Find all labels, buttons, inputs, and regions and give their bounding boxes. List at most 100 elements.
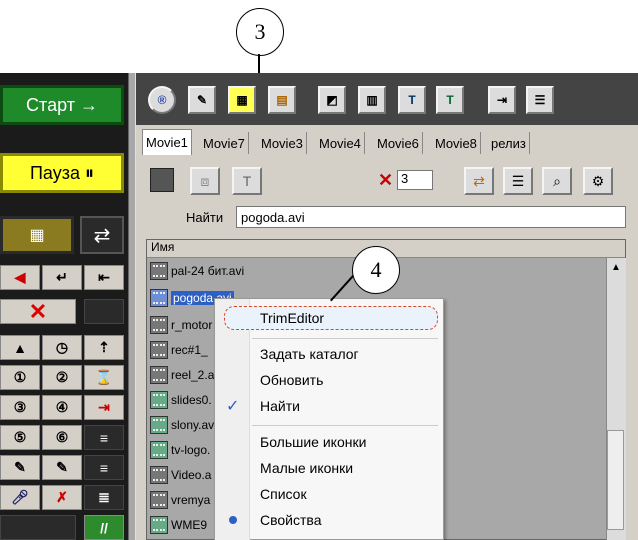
hourglass-icon[interactable]: ⌛ (84, 365, 124, 390)
grid-icon[interactable]: ▤ (268, 86, 296, 114)
search-input[interactable]: pogoda.avi (236, 206, 626, 228)
palette-icon[interactable]: ◩ (318, 86, 346, 114)
callout-4: 4 (352, 246, 400, 294)
scroll-thumb[interactable] (607, 430, 624, 530)
pencil-icon[interactable]: ✎ (188, 86, 216, 114)
file-item[interactable]: rec#1_ (150, 338, 208, 362)
slides-file-icon (150, 416, 168, 434)
edit-1-icon[interactable]: ✎ (0, 455, 40, 480)
swap-arrows-icon: ⇄ (93, 224, 111, 247)
tab-movie4[interactable]: Movie4 (316, 132, 365, 154)
menu-item-trimeditor[interactable]: TrimEditor (260, 310, 324, 326)
film-icon (150, 168, 174, 192)
slides-file-icon (150, 391, 168, 409)
menu-item-properties[interactable]: Свойства (260, 512, 321, 528)
list-view-icon[interactable]: ☰ (503, 167, 533, 195)
empty-slot (84, 299, 124, 324)
tab-movie6[interactable]: Movie6 (374, 132, 423, 154)
start-button[interactable]: Старт → (0, 85, 124, 125)
scroll-up-icon[interactable]: ▲ (611, 262, 621, 273)
checkmark-icon: ✓ (226, 398, 240, 415)
trimeditor-highlight (224, 306, 438, 330)
file-item[interactable]: slony.av (150, 413, 214, 437)
callout-3: 3 (236, 8, 284, 56)
file-item[interactable]: tv-logo. (150, 438, 210, 462)
tab-movie8[interactable]: Movie8 (432, 132, 481, 154)
microphone-icon[interactable]: 🎤︎ (0, 485, 40, 510)
transfer-icon[interactable]: ⇥ (84, 395, 124, 420)
counter-field[interactable]: 3 (397, 170, 433, 190)
menu-item-list[interactable]: Список (260, 486, 307, 502)
slot-6-icon[interactable]: ⑥ (42, 425, 82, 450)
level-5-icon[interactable]: ≡ (84, 425, 124, 450)
pause-button[interactable]: Пауза ⏸ (0, 153, 124, 193)
tab-movie3[interactable]: Movie3 (258, 132, 307, 154)
start-button-label: Старт → (26, 94, 98, 115)
tab-movie1[interactable]: Movie1 (142, 129, 192, 155)
arrow-left-icon[interactable]: ◀ (0, 265, 40, 290)
pause-button-label: Пауза ⏸ (29, 162, 94, 183)
level-list-icon[interactable]: ≣ (84, 485, 124, 510)
slot-4-icon[interactable]: ④ (42, 395, 82, 420)
text-icon[interactable]: T (398, 86, 426, 114)
file-item[interactable]: r_motor (150, 313, 212, 337)
top-toolbar: ® ✎ ▦ ▤ ◩ ▥ T T ⇥ ☰ (136, 73, 638, 125)
slides-file-icon (150, 516, 168, 534)
menu-item-set-folder[interactable]: Задать каталог (260, 346, 359, 362)
video-file-icon (150, 341, 168, 359)
slot-2-icon[interactable]: ② (42, 365, 82, 390)
level-3-icon[interactable]: ≡ (84, 455, 124, 480)
up-arrow-icon[interactable]: ⇡ (84, 335, 124, 360)
video-file-icon (150, 466, 168, 484)
return-arrow-icon[interactable]: ↵ (42, 265, 82, 290)
slash-icon[interactable]: // (84, 515, 124, 540)
file-item[interactable]: reel_2.a (150, 363, 214, 387)
settings-icon[interactable]: ⚙ (583, 167, 613, 195)
film-strip-icon[interactable]: ▦ (228, 86, 256, 114)
record-icon[interactable]: ® (148, 86, 176, 114)
search-icon[interactable]: ⌕ (542, 167, 572, 195)
menu-item-small-icons[interactable]: Малые иконки (260, 460, 353, 476)
file-item[interactable]: pal-24 бит.avi (150, 259, 244, 283)
search-label: Найти (186, 210, 224, 225)
menu-item-find[interactable]: Найти (260, 398, 300, 414)
video-file-icon (150, 289, 168, 307)
document-icon[interactable]: ☰ (526, 86, 554, 114)
file-item[interactable]: vremya (150, 488, 210, 512)
text-box-icon[interactable]: T (232, 167, 262, 195)
slot-5-icon[interactable]: ⑤ (0, 425, 40, 450)
tab-movie7[interactable]: Movie7 (200, 132, 249, 154)
marker-icon[interactable]: ▲ (0, 335, 40, 360)
mute-icon[interactable]: ✗ (42, 485, 82, 510)
menu-item-refresh[interactable]: Обновить (260, 372, 323, 388)
menu-item-large-icons[interactable]: Большие иконки (260, 434, 366, 450)
radio-dot-icon (229, 516, 237, 524)
file-item[interactable]: Video.a (150, 463, 211, 487)
film-button[interactable]: ▦ (0, 216, 74, 254)
empty-slot-2 (0, 515, 76, 540)
skip-back-icon[interactable]: ⇤ (84, 265, 124, 290)
text-alt-icon[interactable]: T (436, 86, 464, 114)
video-file-icon (150, 366, 168, 384)
video-file-icon (150, 262, 168, 280)
file-item[interactable]: slides0. (150, 388, 212, 412)
file-item[interactable]: WME9 (150, 513, 207, 537)
swap-button[interactable]: ⇄ (80, 216, 124, 254)
delete-icon[interactable]: ✕ (0, 299, 76, 324)
video-file-icon (150, 491, 168, 509)
swap-icon[interactable]: ⇄ (464, 167, 494, 195)
tab-release[interactable]: релиз (488, 132, 530, 154)
splitter[interactable] (128, 73, 136, 540)
menu-separator (252, 425, 438, 426)
import-icon[interactable]: ⇥ (488, 86, 516, 114)
video-file-icon (150, 316, 168, 334)
slides-file-icon (150, 441, 168, 459)
clock-icon[interactable]: ◷ (42, 335, 82, 360)
slot-1-icon[interactable]: ① (0, 365, 40, 390)
menu-separator (252, 338, 438, 339)
film-icon: ▦ (29, 227, 45, 244)
image-list-icon[interactable]: ▥ (358, 86, 386, 114)
repeat-icon[interactable]: ⧈ (190, 167, 220, 195)
edit-2-icon[interactable]: ✎ (42, 455, 82, 480)
slot-3-icon[interactable]: ③ (0, 395, 40, 420)
